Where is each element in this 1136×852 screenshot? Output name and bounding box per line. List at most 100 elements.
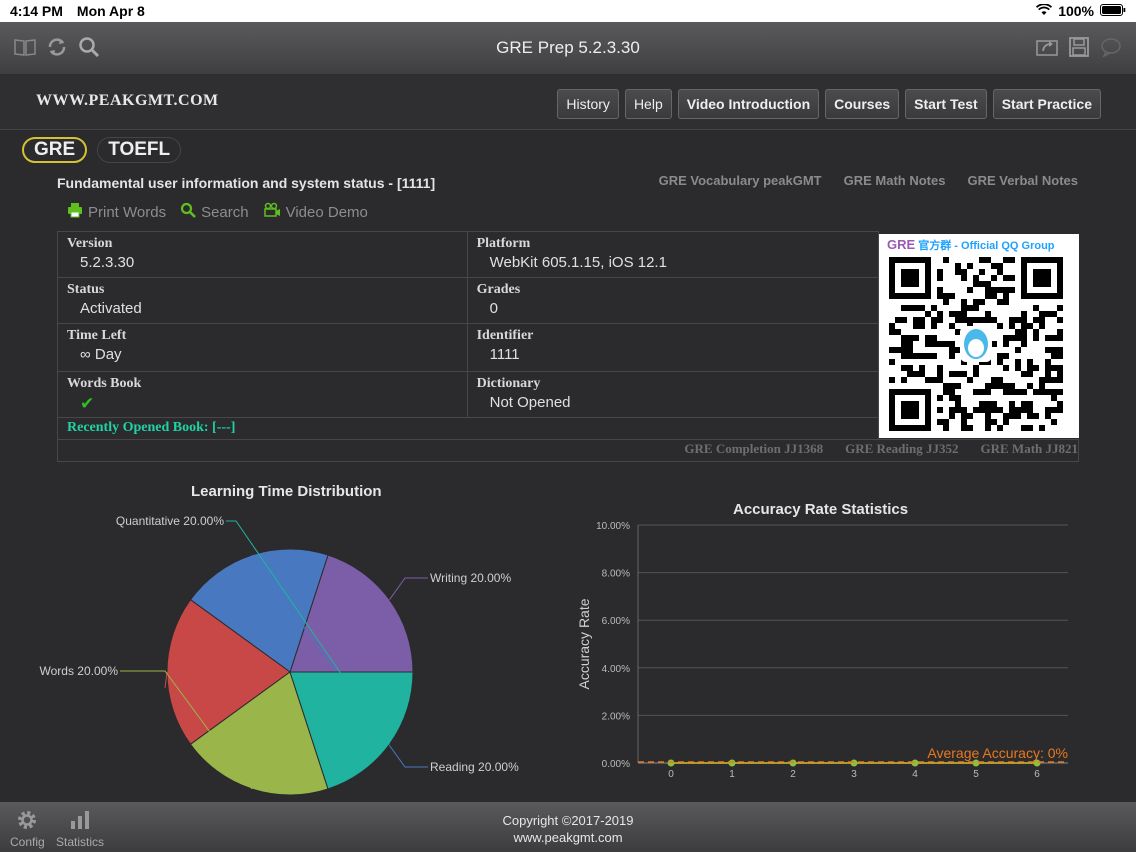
learning-time-pie-chart: Writing 20.00% Reading 20.00% Words 20.00%… bbox=[40, 514, 519, 796]
x-tick-label: 1 bbox=[729, 769, 735, 780]
y-tick-label: 2.00% bbox=[602, 711, 630, 722]
print-words-link[interactable]: Print Words bbox=[67, 202, 166, 222]
video-introduction-button[interactable]: Video Introduction bbox=[677, 89, 820, 119]
tab-toefl[interactable]: TOEFL bbox=[97, 137, 182, 163]
app-title: GRE Prep 5.2.3.30 bbox=[496, 38, 640, 57]
copyright-text: Copyright ©2017-2019 bbox=[502, 813, 634, 828]
accuracy-line-chart: 0.00% 2.00% 4.00% 6.00% 8.00% 10.00% Accuracy … bbox=[576, 521, 1068, 780]
printer-icon bbox=[67, 202, 83, 222]
book-links: GRE Completion JJ1368 GRE Reading JJ352 … bbox=[684, 441, 1078, 457]
average-accuracy-annotation: Average Accuracy: 0% bbox=[927, 745, 1068, 761]
copyright: Copyright ©2017-2019 www.peakgmt.com bbox=[0, 812, 1136, 846]
status-indicators: 100% bbox=[1036, 3, 1126, 19]
qr-gre-label: GRE bbox=[887, 237, 916, 252]
pie-leader-line bbox=[164, 671, 168, 689]
status-label: Status bbox=[67, 282, 105, 297]
x-tick-label: 4 bbox=[912, 769, 918, 780]
video-demo-label: Video Demo bbox=[285, 203, 368, 221]
grades-label: Grades bbox=[476, 282, 521, 297]
x-tick-label: 0 bbox=[668, 769, 674, 780]
y-tick-label: 8.00% bbox=[602, 569, 630, 580]
site-url[interactable]: www.peakgmt.com bbox=[0, 829, 1136, 846]
date: Mon Apr 8 bbox=[76, 3, 145, 19]
action-links: Print Words Search Video Demo bbox=[67, 202, 368, 222]
pie-label-quantitative: Quantitative 20.00% bbox=[116, 514, 224, 528]
section-title: Fundamental user information and system … bbox=[57, 175, 436, 191]
gre-reading-link[interactable]: GRE Reading JJ352 bbox=[845, 441, 958, 457]
data-point[interactable] bbox=[789, 759, 797, 767]
pie-label-words: Words 20.00% bbox=[40, 664, 119, 678]
dictionary-value: Not Opened bbox=[489, 394, 571, 411]
gre-completion-link[interactable]: GRE Completion JJ1368 bbox=[684, 441, 823, 457]
pie-label-writing: Writing 20.00% bbox=[430, 571, 511, 585]
clock: 4:14 PM bbox=[10, 3, 63, 19]
infinity-symbol: ∞ bbox=[80, 346, 91, 363]
x-tick-label: 2 bbox=[790, 769, 796, 780]
search-label: Search bbox=[201, 203, 249, 221]
help-button[interactable]: Help bbox=[624, 89, 672, 119]
search-icon[interactable] bbox=[78, 36, 100, 58]
version-value: 5.2.3.30 bbox=[80, 254, 135, 271]
grades-cell: Grades 0 bbox=[466, 277, 880, 324]
data-point[interactable] bbox=[728, 759, 736, 767]
refresh-icon[interactable] bbox=[46, 36, 68, 58]
pie-leader-line bbox=[389, 577, 428, 600]
site-header: WWW.PEAKGMT.COM History Help Video Intro… bbox=[0, 74, 1136, 130]
dictionary-cell: Dictionary Not Opened bbox=[466, 371, 880, 418]
identifier-label: Identifier bbox=[476, 328, 534, 343]
chat-icon[interactable] bbox=[1100, 36, 1122, 58]
gre-verbal-notes-link[interactable]: GRE Verbal Notes bbox=[967, 173, 1078, 188]
time-left-label: Time Left bbox=[67, 328, 127, 343]
courses-button[interactable]: Courses bbox=[825, 89, 900, 119]
y-tick-label: 0.00% bbox=[602, 759, 630, 770]
exam-tabs: GRE TOEFL bbox=[22, 137, 182, 163]
platform-value: WebKit 605.1.15, iOS 12.1 bbox=[489, 254, 667, 271]
x-tick-label: 3 bbox=[851, 769, 857, 780]
book-icon[interactable] bbox=[14, 36, 36, 58]
pie-chart-title: Learning Time Distribution bbox=[191, 483, 382, 500]
y-tick-label: 4.00% bbox=[602, 664, 630, 675]
note-links: GRE Vocabulary peakGMT GRE Math Notes GR… bbox=[659, 173, 1078, 188]
gre-math-notes-link[interactable]: GRE Math Notes bbox=[844, 173, 946, 188]
grades-value: 0 bbox=[489, 300, 498, 317]
platform-label: Platform bbox=[476, 236, 531, 251]
status-cell: Status Activated bbox=[57, 277, 468, 324]
recent-book-cell: Recently Opened Book: [---] bbox=[56, 417, 880, 440]
tab-gre[interactable]: GRE bbox=[22, 137, 88, 163]
print-words-label: Print Words bbox=[88, 203, 167, 221]
start-test-button[interactable]: Start Test bbox=[905, 89, 987, 119]
y-axis-label: Accuracy Rate bbox=[576, 598, 592, 689]
start-practice-button[interactable]: Start Practice bbox=[992, 89, 1101, 119]
qq-group-qr: GRE 官方群 - Official QQ Group bbox=[879, 234, 1079, 438]
app-titlebar: GRE Prep 5.2.3.30 bbox=[0, 22, 1136, 74]
y-tick-label: 10.00% bbox=[596, 521, 630, 532]
data-point[interactable] bbox=[911, 759, 919, 767]
nav-buttons: History Help Video Introduction Courses … bbox=[557, 89, 1101, 119]
version-label: Version bbox=[67, 236, 113, 251]
identifier-cell: Identifier 1111 bbox=[466, 323, 880, 372]
time-left-value: Day bbox=[94, 346, 122, 363]
time-left-cell: Time Left ∞ Day bbox=[57, 323, 468, 372]
video-camera-icon bbox=[263, 202, 281, 222]
save-icon[interactable] bbox=[1068, 36, 1090, 58]
data-point[interactable] bbox=[850, 759, 858, 767]
qr-title: 官方群 - Official QQ Group bbox=[918, 240, 1055, 252]
history-button[interactable]: History bbox=[557, 89, 619, 119]
video-demo-link[interactable]: Video Demo bbox=[263, 202, 368, 222]
search-link[interactable]: Search bbox=[180, 202, 249, 222]
site-logo[interactable]: WWW.PEAKGMT.COM bbox=[36, 92, 219, 110]
platform-cell: Platform WebKit 605.1.15, iOS 12.1 bbox=[466, 231, 880, 278]
footer-bar: Config Statistics Copyright ©2017-2019 w… bbox=[0, 802, 1136, 852]
gre-math-link[interactable]: GRE Math JJ821 bbox=[981, 441, 1079, 457]
battery-icon bbox=[1100, 3, 1126, 19]
words-book-cell: Words Book ✔ bbox=[57, 371, 468, 418]
x-tick-label: 6 bbox=[1034, 769, 1040, 780]
words-book-label: Words Book bbox=[67, 376, 142, 391]
version-cell: Version 5.2.3.30 bbox=[57, 231, 468, 278]
gre-vocabulary-link[interactable]: GRE Vocabulary peakGMT bbox=[659, 173, 822, 188]
status-bar: 4:14 PM Mon Apr 8 100% bbox=[0, 0, 1136, 22]
export-icon[interactable] bbox=[1036, 36, 1058, 58]
recent-book[interactable]: Recently Opened Book: [---] bbox=[58, 418, 878, 438]
wifi-icon bbox=[1036, 3, 1053, 19]
data-point[interactable] bbox=[667, 759, 675, 767]
